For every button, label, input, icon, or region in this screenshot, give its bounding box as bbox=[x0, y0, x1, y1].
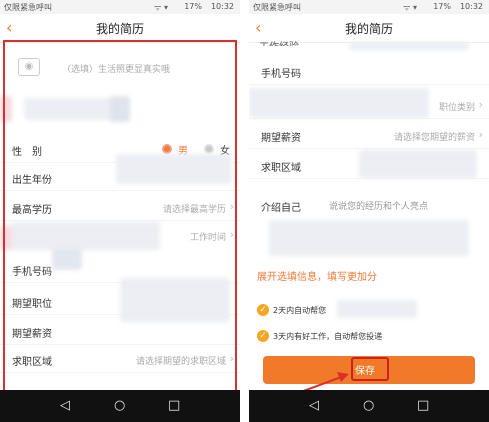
nav-recent-icon[interactable]: □ bbox=[168, 398, 180, 414]
nav-bar: ◁ ○ □ bbox=[0, 390, 240, 422]
left-screen: 仅限紧急呼叫 ᯤ ▾ 17% 10:32 ‹ 我的简历 ◉ （选填）生活照更显真… bbox=[0, 0, 240, 422]
nav-back-icon[interactable]: ◁ bbox=[309, 398, 319, 414]
clock-text: 10:32 bbox=[210, 2, 234, 11]
right-screen: 仅限紧急呼叫 ᯤ ▾ 17% 10:32 ‹ 我的简历 工作经验 手机号码 职位… bbox=[249, 0, 489, 422]
pointer-arrow-icon bbox=[278, 372, 349, 401]
page-title: 我的简历 bbox=[95, 22, 144, 36]
status-bar: 仅限紧急呼叫 ᯤ ▾ 17% 10:32 bbox=[0, 0, 240, 14]
nav-recent-icon[interactable]: □ bbox=[417, 398, 429, 414]
divider bbox=[240, 0, 249, 422]
carrier-text: 仅限紧急呼叫 bbox=[4, 3, 52, 12]
highlight-frame bbox=[3, 40, 237, 392]
nav-back-icon[interactable]: ◁ bbox=[60, 398, 70, 414]
battery-text: 17% bbox=[184, 2, 202, 11]
wifi-signal-icon: ᯤ ▾ bbox=[154, 3, 168, 12]
nav-bar: ◁ ○ □ bbox=[249, 390, 489, 422]
nav-home-icon[interactable]: ○ bbox=[363, 398, 374, 414]
nav-home-icon[interactable]: ○ bbox=[114, 398, 125, 414]
title-bar: ‹ 我的简历 bbox=[0, 14, 240, 43]
